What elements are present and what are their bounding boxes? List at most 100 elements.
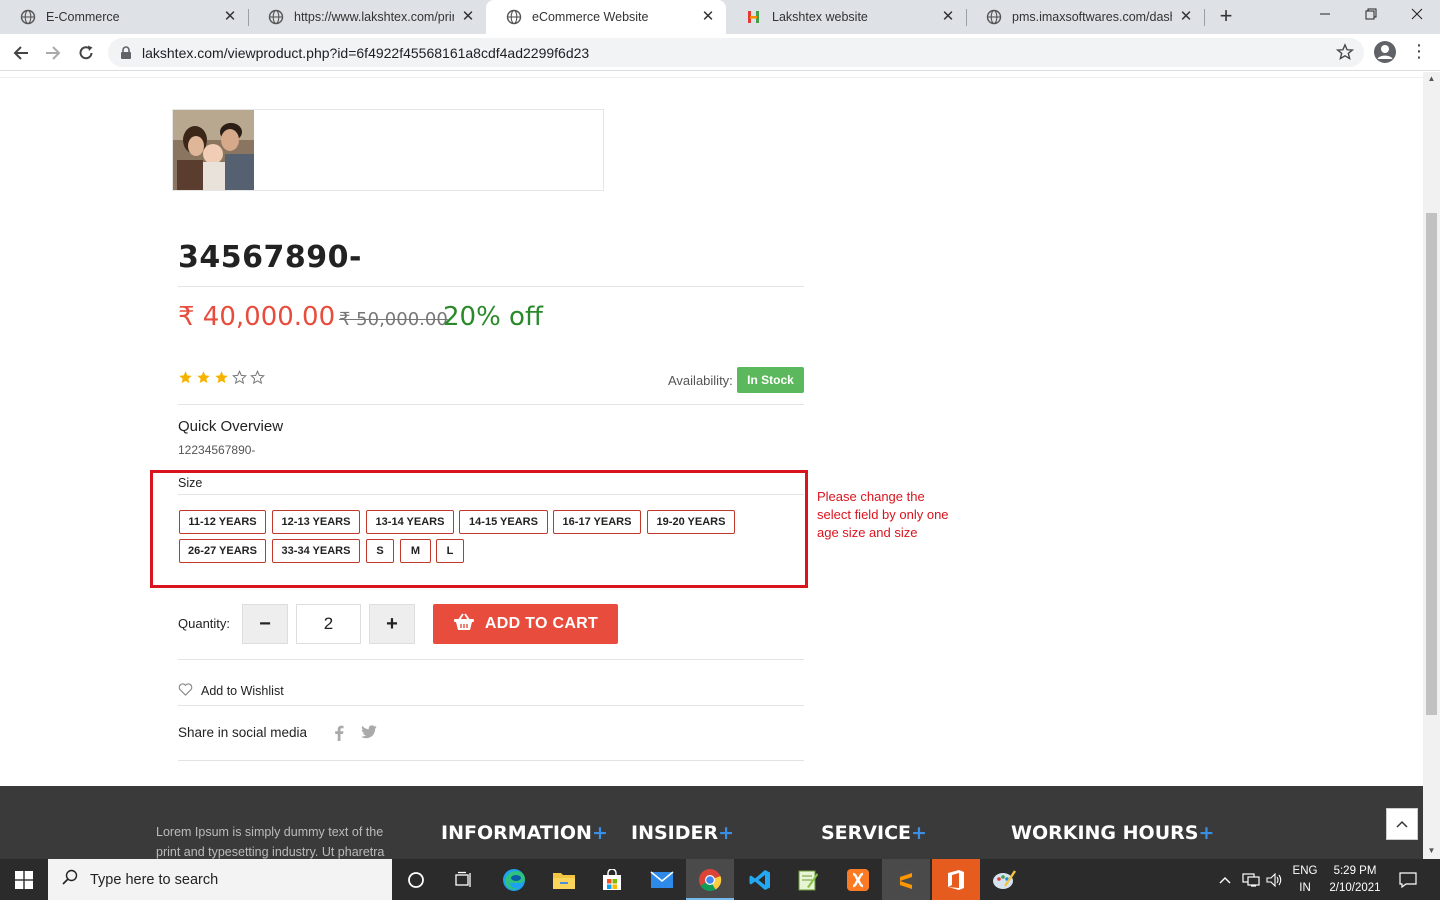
size-option[interactable]: 12-13 YEARS xyxy=(272,510,360,534)
file-explorer-icon[interactable] xyxy=(540,859,588,900)
show-hidden-icons-chevron-icon[interactable] xyxy=(1216,859,1234,900)
task-view-icon[interactable] xyxy=(440,859,488,900)
close-icon[interactable]: ✕ xyxy=(1178,9,1194,25)
size-option[interactable]: M xyxy=(400,539,431,563)
scroll-down-arrow-icon[interactable]: ▼ xyxy=(1423,846,1440,855)
footer-heading-insider[interactable]: INSIDER+ xyxy=(631,822,734,844)
browser-tab[interactable]: https://www.lakshtex.com/printorder ✕ xyxy=(248,0,486,34)
add-to-cart-button[interactable]: ADD TO CART xyxy=(433,604,618,644)
reload-button[interactable] xyxy=(73,40,99,66)
lakshtex-logo-icon xyxy=(746,9,762,25)
footer-heading-service[interactable]: SERVICE+ xyxy=(821,822,927,844)
quantity-decrease-button[interactable]: − xyxy=(242,604,288,644)
taskbar-clock[interactable]: 5:29 PM 2/10/2021 xyxy=(1322,863,1388,897)
size-option[interactable]: 33-34 YEARS xyxy=(272,539,360,563)
quick-overview-text: 12234567890- xyxy=(178,443,256,457)
mail-icon[interactable] xyxy=(638,859,686,900)
scroll-to-top-button[interactable] xyxy=(1386,808,1418,840)
heart-icon xyxy=(178,683,193,699)
footer-heading-working-hours[interactable]: WORKING HOURS+ xyxy=(1011,822,1214,844)
quick-overview-title: Quick Overview xyxy=(178,418,284,435)
microsoft-store-icon[interactable] xyxy=(588,859,636,900)
browser-tab-strip: E-Commerce ✕ https://www.lakshtex.com/pr… xyxy=(0,0,1440,34)
divider xyxy=(178,760,804,761)
tab-title: pms.imaxsoftwares.com/dashboard xyxy=(1012,10,1172,24)
windows-logo-icon xyxy=(15,870,33,889)
quantity-label: Quantity: xyxy=(178,616,231,631)
annotation-note: Please change the select field by only o… xyxy=(817,489,949,540)
windows-taskbar: Type here to search ENG IN 5:29 PM 2/10/… xyxy=(0,859,1440,900)
tab-title: eCommerce Website xyxy=(532,10,649,24)
discount-label: 20% off xyxy=(443,302,543,332)
network-icon[interactable] xyxy=(1240,859,1262,900)
scroll-up-arrow-icon[interactable]: ▲ xyxy=(1423,74,1440,83)
vscode-icon[interactable] xyxy=(736,859,784,900)
restore-button[interactable] xyxy=(1348,0,1394,30)
edge-browser-icon[interactable] xyxy=(490,859,538,900)
window-close-button[interactable] xyxy=(1394,0,1440,30)
forward-button[interactable] xyxy=(40,40,66,66)
scrollbar-thumb[interactable] xyxy=(1426,213,1437,715)
browser-tab[interactable]: pms.imaxsoftwares.com/dashboard ✕ xyxy=(966,0,1204,34)
star-empty-icon xyxy=(232,370,247,385)
page-scrollbar[interactable]: ▲ ▼ xyxy=(1423,72,1440,859)
chevron-up-icon xyxy=(1396,820,1408,828)
size-option[interactable]: 11-12 YEARS xyxy=(179,510,266,534)
quantity-input[interactable]: 2 xyxy=(296,604,361,644)
close-icon[interactable]: ✕ xyxy=(460,9,476,25)
divider xyxy=(178,404,804,405)
browser-toolbar: lakshtex.com/viewproduct.php?id=6f4922f4… xyxy=(0,34,1440,71)
size-option[interactable]: 14-15 YEARS xyxy=(459,510,548,534)
browser-menu-icon[interactable]: ⋮ xyxy=(1410,40,1428,64)
xampp-icon[interactable] xyxy=(834,859,882,900)
cortana-icon[interactable] xyxy=(392,859,440,900)
profile-avatar-icon[interactable] xyxy=(1373,40,1397,69)
minimize-button[interactable] xyxy=(1302,0,1348,30)
tab-title: Lakshtex website xyxy=(772,10,868,24)
twitter-icon[interactable] xyxy=(361,725,377,742)
size-option[interactable]: 13-14 YEARS xyxy=(366,510,454,534)
address-bar[interactable]: lakshtex.com/viewproduct.php?id=6f4922f4… xyxy=(108,38,1364,67)
size-option[interactable]: 19-20 YEARS xyxy=(647,510,735,534)
taskbar-search-box[interactable]: Type here to search xyxy=(48,859,392,900)
current-price: ₹ 40,000.00 xyxy=(178,302,336,332)
browser-tab-active[interactable]: eCommerce Website ✕ xyxy=(486,0,726,34)
close-icon[interactable]: ✕ xyxy=(940,9,956,25)
close-icon[interactable]: ✕ xyxy=(222,9,238,25)
star-empty-icon xyxy=(250,370,265,385)
start-button[interactable] xyxy=(0,859,48,900)
footer-heading-information[interactable]: INFORMATION+ xyxy=(441,822,608,844)
chrome-icon[interactable] xyxy=(686,859,734,900)
tab-title: https://www.lakshtex.com/printorder xyxy=(294,10,454,24)
size-label: Size xyxy=(178,476,203,490)
forward-arrow-icon xyxy=(46,46,61,60)
size-option[interactable]: 26-27 YEARS xyxy=(179,539,266,563)
product-thumbnail-image[interactable] xyxy=(173,110,254,190)
back-button[interactable] xyxy=(8,40,34,66)
facebook-icon[interactable] xyxy=(334,725,344,744)
browser-tab[interactable]: Lakshtex website ✕ xyxy=(726,0,966,34)
globe-icon xyxy=(20,9,36,25)
notifications-icon[interactable] xyxy=(1394,859,1422,900)
volume-icon[interactable] xyxy=(1264,859,1286,900)
ms-office-icon[interactable] xyxy=(932,859,980,900)
bookmark-star-icon[interactable] xyxy=(1335,43,1355,66)
original-price: ₹ 50,000.00 xyxy=(339,309,448,330)
sublime-text-icon[interactable] xyxy=(882,859,930,900)
size-option[interactable]: S xyxy=(366,539,394,563)
star-filled-icon xyxy=(197,371,210,384)
back-arrow-icon xyxy=(13,46,28,60)
notepad-plus-icon[interactable] xyxy=(784,859,832,900)
new-tab-button[interactable]: + xyxy=(1214,5,1238,28)
add-to-wishlist-link[interactable]: Add to Wishlist xyxy=(178,683,284,699)
size-option[interactable]: L xyxy=(436,539,464,563)
size-option[interactable]: 16-17 YEARS xyxy=(553,510,641,534)
product-title: 34567890- xyxy=(178,240,362,275)
basket-icon xyxy=(453,612,475,637)
quantity-increase-button[interactable]: + xyxy=(369,604,415,644)
divider xyxy=(178,286,804,287)
browser-tab[interactable]: E-Commerce ✕ xyxy=(0,0,248,34)
close-icon[interactable]: ✕ xyxy=(700,9,716,25)
paint-icon[interactable] xyxy=(980,859,1028,900)
input-language-indicator[interactable]: ENG IN xyxy=(1290,863,1320,897)
